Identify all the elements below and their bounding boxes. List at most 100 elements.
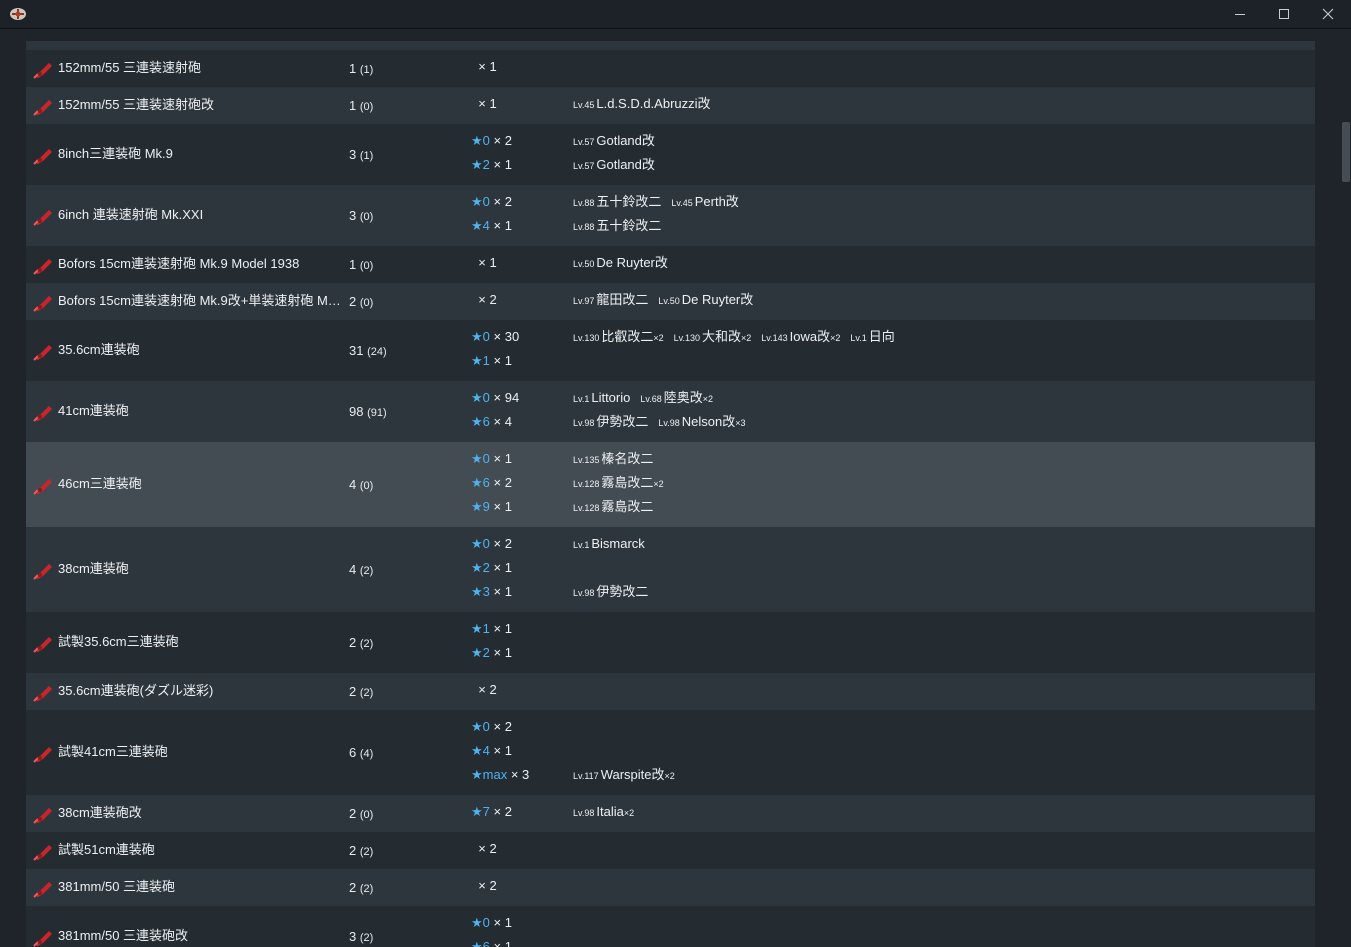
- improvement-level: ★0 × 2: [471, 194, 512, 210]
- improvement-level-line: × 2 Lv.97 龍田改二 Lv.50 De Ruyter改: [26, 292, 1315, 308]
- level-quantity: × 1: [493, 560, 512, 575]
- ship-entry[interactable]: Lv.128 霧島改二×2: [573, 475, 664, 490]
- equipped-ships: Lv.130 比叡改二×2 Lv.130 大和改×2 Lv.143 Iowa改×2 Lv.1…: [573, 329, 905, 346]
- ship-name: 龍田改二: [596, 292, 649, 307]
- equipment-row[interactable]: 41cm連装砲 98 (91) ★0 × 94 Lv.1 Littorio Lv.68 陸奥…: [26, 381, 1315, 442]
- ship-entry[interactable]: Lv.117 Warspite改×2: [573, 767, 675, 782]
- ship-entry[interactable]: Lv.57 Gotland改: [573, 157, 655, 172]
- equipment-row[interactable]: 38cm連装砲 4 (2) ★0 × 2 Lv.1 Bismarck ★2 × 1 ★3 ×…: [26, 527, 1315, 612]
- improvement-level-line: ★0 × 30 Lv.130 比叡改二×2 Lv.130 大和改×2 Lv.143 Iowa…: [26, 329, 1315, 345]
- ship-entry[interactable]: Lv.45 Perth改: [671, 194, 738, 209]
- ship-level: Lv.135: [573, 455, 600, 465]
- level-quantity: × 30: [493, 329, 520, 344]
- ship-entry[interactable]: Lv.88 五十鈴改二: [573, 218, 661, 233]
- equipment-row[interactable]: Bofors 15cm連装速射砲 Mk.9 Model 1938 1 (0) × …: [26, 246, 1315, 283]
- ship-level: Lv.130: [673, 333, 700, 343]
- equipped-ships: Lv.45 L.d.S.D.d.Abruzzi改: [573, 96, 721, 113]
- ship-name: 霧島改二: [601, 475, 654, 490]
- equipment-row[interactable]: 35.6cm連装砲 31 (24) ★0 × 30 Lv.130 比叡改二×2 Lv.13…: [26, 320, 1315, 381]
- ship-entry[interactable]: Lv.1 Littorio: [573, 390, 630, 405]
- improvement-level: × 2: [471, 292, 496, 308]
- improvement-level-line: × 1 Lv.45 L.d.S.D.d.Abruzzi改: [26, 96, 1315, 112]
- ship-level: Lv.98: [573, 588, 595, 598]
- ship-entry[interactable]: Lv.88 五十鈴改二: [573, 194, 661, 209]
- equipment-row[interactable]: 46cm三連装砲 4 (0) ★0 × 1 Lv.135 榛名改二 ★6 × 2 Lv.12…: [26, 442, 1315, 527]
- ship-entry[interactable]: Lv.1 日向: [850, 329, 894, 344]
- ship-name: 日向: [868, 329, 895, 344]
- ship-name: Iowa改: [789, 329, 831, 344]
- improvement-level: ★0 × 1: [471, 451, 512, 467]
- ship-level: Lv.45: [573, 100, 595, 110]
- equipment-list-panel: 152mm/55 三連装速射砲 1 (1) × 1 152mm/55 三連装速射砲改…: [0, 29, 1339, 947]
- star-level: ★0: [471, 451, 490, 466]
- improvement-level: ★max × 3: [471, 767, 529, 783]
- improvement-level-line: ★2 × 1 Lv.57 Gotland改: [26, 157, 1315, 173]
- ship-entry[interactable]: Lv.45 L.d.S.D.d.Abruzzi改: [573, 96, 711, 111]
- level-quantity: × 1: [493, 584, 512, 599]
- equipment-row[interactable]: 381mm/50 三連装砲 2 (2) × 2: [26, 869, 1315, 906]
- ship-name: L.d.S.D.d.Abruzzi改: [596, 96, 711, 111]
- equipment-row[interactable]: 381mm/50 三連装砲改 3 (2) ★0 × 1 ★6 × 1: [26, 906, 1315, 947]
- equipment-row[interactable]: 試製51cm連装砲 2 (2) × 2: [26, 832, 1315, 869]
- equipment-row[interactable]: 試製41cm三連装砲 6 (4) ★0 × 2 ★4 × 1 ★max × 3 Lv.11…: [26, 710, 1315, 795]
- improvement-level: × 1: [471, 96, 496, 112]
- equipment-table: 152mm/55 三連装速射砲 1 (1) × 1 152mm/55 三連装速射砲改…: [26, 50, 1315, 947]
- level-quantity: × 2: [493, 194, 512, 209]
- equipment-row[interactable]: Bofors 15cm連装速射砲 Mk.9改+単装速射砲 Mk.10改 Mode…: [26, 283, 1315, 320]
- ship-name: 五十鈴改二: [596, 218, 662, 233]
- improvement-level-line: ★7 × 2 Lv.98 Italia×2: [26, 804, 1315, 820]
- ship-entry[interactable]: Lv.50 De Ruyter改: [658, 292, 753, 307]
- ship-entry[interactable]: Lv.68 陸奥改×2: [640, 390, 713, 405]
- minimize-button[interactable]: [1218, 0, 1262, 28]
- ship-name: Italia: [596, 804, 624, 819]
- improvement-level: ★4 × 1: [471, 218, 512, 234]
- improvement-level: ★3 × 1: [471, 584, 512, 600]
- ship-name: 五十鈴改二: [596, 194, 662, 209]
- ship-entry[interactable]: Lv.1 Bismarck: [573, 536, 645, 551]
- ship-entry[interactable]: Lv.130 大和改×2: [674, 329, 752, 344]
- ship-name: Perth改: [694, 194, 739, 209]
- ship-entry[interactable]: Lv.98 Nelson改×3: [658, 414, 745, 429]
- ship-entry[interactable]: Lv.97 龍田改二: [573, 292, 648, 307]
- equipped-ships: Lv.1 Littorio Lv.68 陸奥改×2: [573, 390, 723, 407]
- equipment-row[interactable]: 試製35.6cm三連装砲 2 (2) ★1 × 1 ★2 × 1: [26, 612, 1315, 673]
- equipment-row[interactable]: 152mm/55 三連装速射砲改 1 (0) × 1 Lv.45 L.d.S.D.d.…: [26, 87, 1315, 124]
- ship-entry[interactable]: Lv.57 Gotland改: [573, 133, 655, 148]
- improvement-level: ★2 × 1: [471, 645, 512, 661]
- ship-entry[interactable]: Lv.135 榛名改二: [573, 451, 653, 466]
- ship-level: Lv.1: [573, 394, 590, 404]
- level-quantity: × 1: [493, 621, 512, 636]
- ship-entry[interactable]: Lv.98 伊勢改二: [573, 414, 648, 429]
- ship-entry[interactable]: Lv.50 De Ruyter改: [573, 255, 668, 270]
- star-level: ★1: [471, 353, 490, 368]
- star-level: ★0: [471, 194, 490, 209]
- ship-entry[interactable]: Lv.98 Italia×2: [573, 804, 634, 819]
- scrollbar-thumb[interactable]: [1342, 122, 1350, 182]
- level-quantity: × 1: [493, 451, 512, 466]
- ship-level: Lv.128: [573, 503, 600, 513]
- equipment-row[interactable]: 38cm連装砲改 2 (0) ★7 × 2 Lv.98 Italia×2: [26, 795, 1315, 832]
- ship-multiplier: ×2: [653, 479, 664, 489]
- ship-entry[interactable]: Lv.130 比叡改二×2: [573, 329, 664, 344]
- equipment-row[interactable]: 152mm/55 三連装速射砲 1 (1) × 1: [26, 50, 1315, 87]
- equipment-row[interactable]: 6inch 連装速射砲 Mk.XXI 3 (0) ★0 × 2 Lv.88 五十鈴改二 L…: [26, 185, 1315, 246]
- maximize-button[interactable]: [1262, 0, 1306, 28]
- equipment-row[interactable]: 8inch三連装砲 Mk.9 3 (1) ★0 × 2 Lv.57 Gotland改 ★2…: [26, 124, 1315, 185]
- improvement-level: ★0 × 1: [471, 915, 512, 931]
- improvement-level-line: ★0 × 2 Lv.88 五十鈴改二 Lv.45 Perth改: [26, 194, 1315, 210]
- improvement-level-line: ★6 × 2 Lv.128 霧島改二×2: [26, 475, 1315, 491]
- ship-entry[interactable]: Lv.98 伊勢改二: [573, 584, 648, 599]
- ship-entry[interactable]: Lv.143 Iowa改×2: [761, 329, 840, 344]
- equipped-ships: Lv.57 Gotland改: [573, 133, 665, 150]
- star-level: ★7: [471, 804, 490, 819]
- equipment-row[interactable]: 35.6cm連装砲(ダズル迷彩) 2 (2) × 2: [26, 673, 1315, 710]
- star-level: ★3: [471, 584, 490, 599]
- ship-name: 伊勢改二: [596, 414, 649, 429]
- improvement-level-line: × 1: [26, 59, 1315, 75]
- ship-multiplier: ×2: [623, 808, 635, 818]
- ship-entry[interactable]: Lv.128 霧島改二: [573, 499, 653, 514]
- close-button[interactable]: [1306, 0, 1350, 28]
- improvement-level: ★6 × 4: [471, 414, 512, 430]
- ship-level: Lv.88: [573, 198, 595, 208]
- ship-name: Gotland改: [596, 133, 655, 148]
